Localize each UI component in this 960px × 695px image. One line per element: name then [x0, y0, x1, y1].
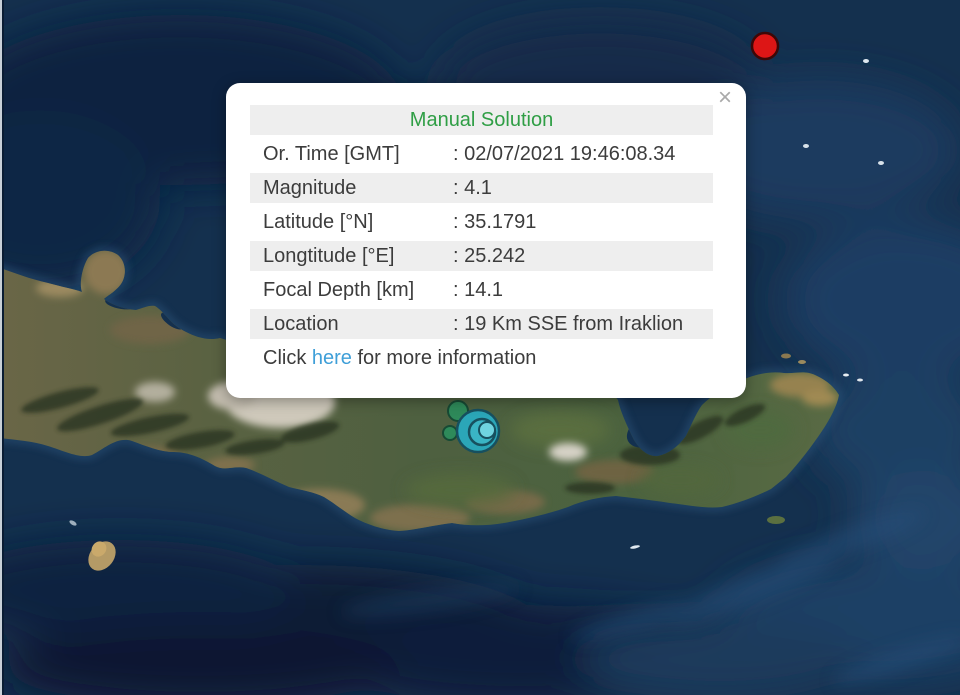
epicenter-marker-inner[interactable]	[479, 422, 495, 438]
table-row-longitude: Longtitude [°E] : 25.242	[250, 241, 713, 271]
row-label: Longtitude [°E]	[263, 241, 394, 271]
row-label: Latitude [°N]	[263, 207, 373, 237]
row-value: : 14.1	[453, 275, 503, 305]
row-value: : 02/07/2021 19:46:08.34	[453, 139, 675, 169]
row-value: : 35.1791	[453, 207, 536, 237]
row-label: Magnitude	[263, 173, 356, 203]
row-value: : 19 Km SSE from Iraklion	[453, 309, 683, 339]
map-edge	[0, 0, 4, 695]
row-value: : 25.242	[453, 241, 525, 271]
table-row-magnitude: Magnitude : 4.1	[250, 173, 713, 203]
row-label: Location	[263, 309, 339, 339]
more-info-link[interactable]: here	[312, 347, 352, 369]
row-label: Focal Depth [km]	[263, 275, 414, 305]
map-viewport: × Manual Solution Or. Time [GMT] : 02/07…	[0, 0, 960, 695]
table-row-location: Location : 19 Km SSE from Iraklion	[250, 309, 713, 339]
footer-suffix: for more information	[352, 347, 537, 369]
close-icon[interactable]: ×	[714, 87, 736, 109]
earthquake-info-popup: × Manual Solution Or. Time [GMT] : 02/07…	[226, 83, 746, 398]
row-label: Or. Time [GMT]	[263, 139, 400, 169]
more-info-line: Click here for more information	[250, 343, 713, 373]
table-row-or-time: Or. Time [GMT] : 02/07/2021 19:46:08.34	[250, 139, 713, 169]
solution-table: Manual Solution Or. Time [GMT] : 02/07/2…	[250, 105, 713, 377]
popup-title: Manual Solution	[250, 105, 713, 135]
event-marker-red[interactable]	[752, 33, 778, 59]
row-value: : 4.1	[453, 173, 492, 203]
epicenter-marker-green-small[interactable]	[443, 426, 457, 440]
footer-prefix: Click	[263, 347, 312, 369]
table-row-focal-depth: Focal Depth [km] : 14.1	[250, 275, 713, 305]
table-row-latitude: Latitude [°N] : 35.1791	[250, 207, 713, 237]
